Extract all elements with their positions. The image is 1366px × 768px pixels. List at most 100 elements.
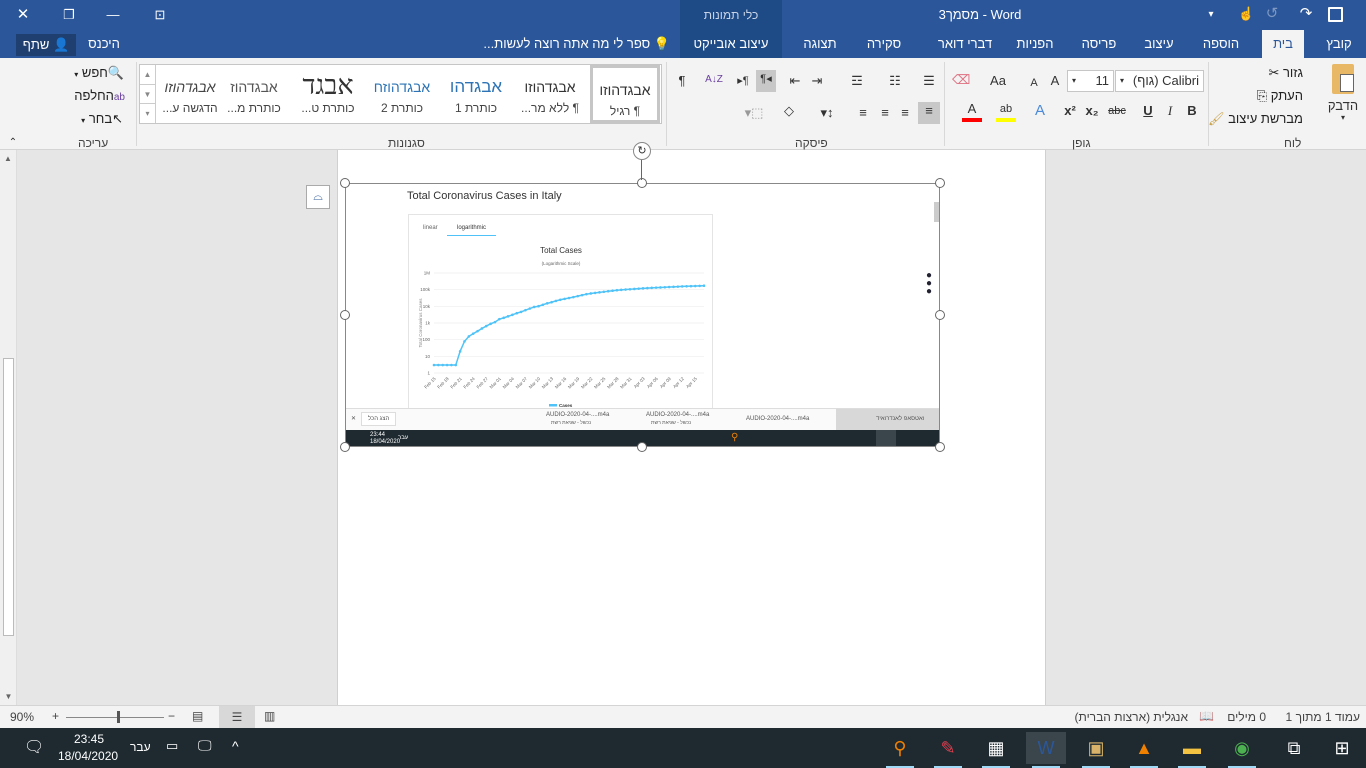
language-icon[interactable]: עבר: [130, 740, 151, 754]
word-icon[interactable]: W: [1026, 732, 1066, 768]
sign-in-link[interactable]: היכנס: [84, 30, 124, 58]
font-name-box[interactable]: Calibri (גוף) ▾: [1115, 70, 1204, 92]
resize-handle[interactable]: [340, 310, 350, 320]
center-button[interactable]: ≡: [896, 104, 914, 122]
tab-references[interactable]: הפניות: [1010, 30, 1060, 58]
borders-button[interactable]: ▾⬚: [740, 104, 768, 122]
style-heading-1[interactable]: אבגדהו כותרת 1: [440, 65, 512, 123]
customize-qat-icon[interactable]: ▾: [1204, 6, 1218, 24]
word-count[interactable]: 0 מילים: [1227, 710, 1266, 724]
tab-picture-format[interactable]: עיצוב אובייקט: [680, 30, 782, 58]
tab-file[interactable]: קובץ: [1316, 30, 1362, 58]
text-effects-button[interactable]: A: [1032, 102, 1048, 120]
shading-button[interactable]: ◇: [778, 102, 800, 120]
tab-mailings[interactable]: דברי דואר: [934, 30, 996, 58]
strikethrough-button[interactable]: abc: [1106, 102, 1128, 120]
scroll-thumb[interactable]: [3, 358, 14, 636]
restore-button[interactable]: ❐: [60, 6, 78, 24]
align-right-button[interactable]: ≡: [918, 102, 940, 124]
superscript-button[interactable]: x²: [1062, 102, 1078, 120]
redo-icon[interactable]: ↷: [1298, 5, 1314, 23]
zoom-level[interactable]: 90%: [10, 710, 34, 724]
vlc-icon[interactable]: ▲: [1124, 732, 1164, 768]
style-subtitle[interactable]: אבגדהוז כותרת מ...: [218, 65, 290, 123]
close-button[interactable]: ✕: [14, 6, 32, 24]
save-icon[interactable]: [1328, 7, 1343, 22]
pdf-icon[interactable]: ✎: [928, 732, 968, 768]
bold-button[interactable]: B: [1184, 102, 1200, 120]
print-layout-icon[interactable]: ☰: [219, 706, 255, 728]
search-icon[interactable]: ⚲: [880, 732, 920, 768]
undo-icon[interactable]: ↺: [1264, 5, 1280, 23]
clock-time[interactable]: 23:45: [74, 732, 104, 746]
layout-options-icon[interactable]: ⌓: [306, 185, 330, 209]
chrome-icon[interactable]: ◉: [1222, 732, 1262, 768]
ltr-direction-button[interactable]: ▸¶: [734, 72, 752, 90]
clear-formatting-icon[interactable]: ⌫: [952, 71, 970, 89]
ribbon-display-options-button[interactable]: ⊡: [151, 6, 169, 24]
zoom-out-button[interactable]: −: [168, 709, 175, 723]
photos-icon[interactable]: ▣: [1076, 732, 1116, 768]
vertical-scrollbar[interactable]: ▲ ▼: [0, 150, 17, 705]
resize-handle[interactable]: [935, 310, 945, 320]
numbering-icon[interactable]: ☷: [884, 72, 906, 90]
style-heading-2[interactable]: אבגדהוזח כותרת 2: [366, 65, 438, 123]
italic-button[interactable]: I: [1162, 102, 1178, 120]
start-button[interactable]: ⊞: [1322, 732, 1362, 764]
paste-button[interactable]: הדבק ▾: [1324, 64, 1362, 130]
style-title[interactable]: אבגד כותרת ט...: [292, 65, 364, 123]
web-layout-icon[interactable]: ▤: [192, 709, 203, 723]
style-subtle-emphasis[interactable]: אבגדהוזו הדגשה ע...: [158, 65, 222, 123]
tab-home[interactable]: בית: [1262, 30, 1304, 58]
highlight-color-button[interactable]: ab: [996, 100, 1016, 122]
minimize-button[interactable]: —: [104, 6, 122, 24]
bullets-icon[interactable]: ☰: [920, 72, 938, 90]
format-painter-button[interactable]: מברשת עיצוב 🖌: [1208, 111, 1303, 127]
find-button[interactable]: 🔍חפש ▾: [74, 65, 124, 81]
tab-insert[interactable]: הוספה: [1196, 30, 1246, 58]
replace-button[interactable]: abהחלפה: [74, 88, 125, 103]
select-button[interactable]: ↖בחר ▾: [81, 111, 123, 127]
change-case-button[interactable]: Aa: [984, 72, 1012, 90]
tab-view[interactable]: תצוגה: [796, 30, 844, 58]
grow-font-button[interactable]: A: [1048, 72, 1062, 90]
subscript-button[interactable]: x₂: [1084, 102, 1100, 120]
rotate-handle-icon[interactable]: ↻: [633, 142, 651, 160]
gallery-scroll[interactable]: ▲ ▼ ▾: [140, 65, 156, 123]
sort-button[interactable]: A↓Z: [704, 71, 724, 89]
resize-handle[interactable]: [637, 442, 647, 452]
network-icon[interactable]: 🖵: [198, 737, 212, 754]
resize-handle[interactable]: [340, 442, 350, 452]
justify-button[interactable]: ≡: [854, 104, 872, 122]
zoom-in-button[interactable]: +: [52, 709, 59, 723]
font-color-button[interactable]: A: [962, 100, 982, 122]
show-hidden-icons[interactable]: ^: [232, 738, 239, 754]
cut-button[interactable]: גזור ✂: [1268, 65, 1303, 81]
page-count[interactable]: עמוד 1 מתוך 1: [1286, 710, 1360, 724]
style-no-spacing[interactable]: אבגדהוזו ¶ ללא מר...: [514, 65, 586, 123]
style-normal[interactable]: אבגדהוזו ¶ רגיל: [590, 65, 660, 123]
task-view-icon[interactable]: ⧉: [1274, 732, 1314, 764]
tab-layout[interactable]: פריסה: [1074, 30, 1124, 58]
copy-button[interactable]: העתק ⎘: [1257, 88, 1303, 104]
zoom-slider[interactable]: [66, 717, 164, 718]
language-indicator[interactable]: אנגלית (ארצות הברית): [1075, 710, 1188, 724]
share-button[interactable]: 👤 שתף: [16, 34, 76, 56]
touch-mode-icon[interactable]: ☝: [1238, 5, 1254, 23]
proofing-icon[interactable]: 📖: [1199, 709, 1214, 723]
clock-date[interactable]: 18/04/2020: [58, 749, 118, 763]
increase-indent-icon[interactable]: ⇥: [808, 72, 826, 90]
resize-handle[interactable]: [935, 178, 945, 188]
calculator-icon[interactable]: ▦: [976, 732, 1016, 768]
show-marks-button[interactable]: ¶: [674, 72, 690, 90]
read-mode-icon[interactable]: ▥: [264, 709, 275, 723]
zoom-slider-thumb[interactable]: [117, 711, 120, 723]
tell-me-search[interactable]: 💡 ספר לי מה אתה רוצה לעשות...: [470, 30, 670, 58]
align-left-button[interactable]: ≡: [876, 104, 894, 122]
notifications-icon[interactable]: 🗨: [24, 737, 44, 757]
multilevel-list-icon[interactable]: ☲: [846, 72, 868, 90]
tab-design[interactable]: עיצוב: [1136, 30, 1182, 58]
battery-icon[interactable]: ▭: [166, 738, 178, 754]
embedded-picture[interactable]: Total Coronavirus Cases in Italy linear …: [345, 183, 940, 447]
decrease-indent-icon[interactable]: ⇤: [786, 72, 804, 90]
